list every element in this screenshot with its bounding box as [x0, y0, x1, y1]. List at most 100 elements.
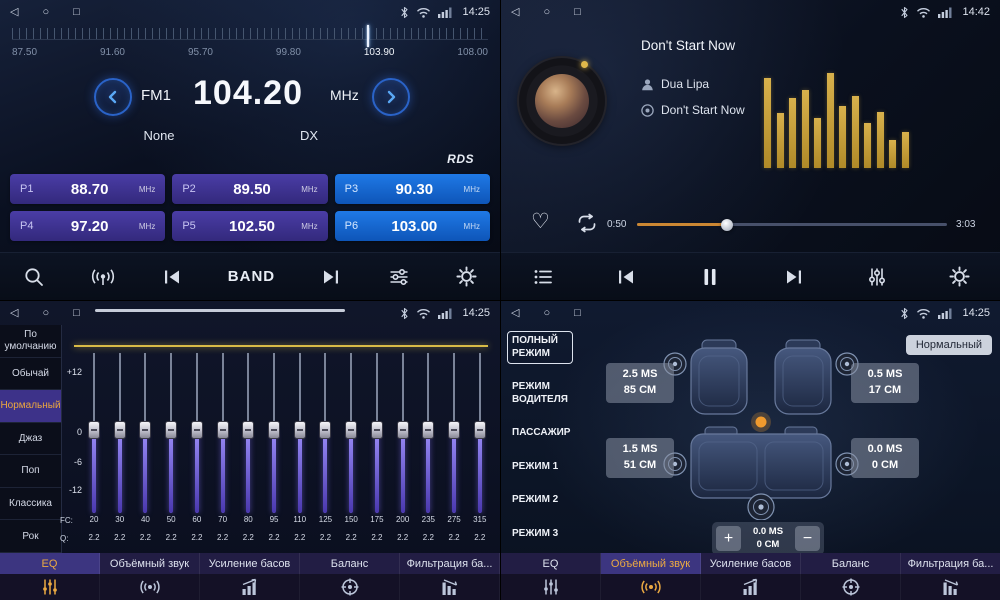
- settings-button[interactable]: [455, 265, 478, 288]
- scroll-indicator[interactable]: [95, 309, 345, 312]
- balance-icon[interactable]: [300, 574, 400, 600]
- eq-band-slider[interactable]: [266, 353, 282, 513]
- surround-mode-item[interactable]: РЕЖИМ ВОДИТЕЛЯ: [507, 377, 573, 410]
- delay-front-right[interactable]: 0.5 MS 17 CM: [851, 363, 919, 403]
- preset-button-p3[interactable]: P390.30MHz: [335, 174, 490, 204]
- home-button[interactable]: ○: [42, 7, 49, 18]
- tab-balance[interactable]: Баланс: [300, 553, 400, 574]
- seek-up-button[interactable]: [372, 78, 410, 116]
- bass-boost-icon[interactable]: [701, 574, 801, 600]
- eq-slider-handle[interactable]: [319, 421, 331, 439]
- repeat-button[interactable]: [575, 212, 599, 239]
- back-button[interactable]: ◁: [511, 7, 519, 18]
- surround-mode-item[interactable]: РЕЖИМ 2: [507, 490, 573, 511]
- eq-slider-handle[interactable]: [474, 421, 486, 439]
- tab-filter[interactable]: Фильтрация ба...: [400, 553, 500, 574]
- eq-band-slider[interactable]: [446, 353, 462, 513]
- eq-slider-handle[interactable]: [139, 421, 151, 439]
- audio-filter-button[interactable]: [387, 265, 411, 289]
- pause-button[interactable]: [697, 264, 723, 290]
- surround-mode-item[interactable]: РЕЖИМ 1: [507, 457, 573, 478]
- preset-button-p6[interactable]: P6103.00MHz: [335, 211, 490, 241]
- next-track-button[interactable]: [782, 265, 806, 289]
- eq-preset-item[interactable]: Нормальный: [0, 390, 61, 423]
- home-button[interactable]: ○: [543, 7, 550, 18]
- surround-mode-item[interactable]: РЕЖИМ 3: [507, 524, 573, 545]
- eq-slider-handle[interactable]: [345, 421, 357, 439]
- album-art[interactable]: [519, 58, 605, 144]
- eq-slider-handle[interactable]: [88, 421, 100, 439]
- eq-slider-handle[interactable]: [371, 421, 383, 439]
- eq-preset-item[interactable]: Рок: [0, 520, 61, 553]
- eq-slider-handle[interactable]: [448, 421, 460, 439]
- eq-band-slider[interactable]: [86, 353, 102, 513]
- eq-slider-handle[interactable]: [294, 421, 306, 439]
- recents-button[interactable]: □: [574, 308, 581, 319]
- eq-preset-item[interactable]: Обычай: [0, 358, 61, 391]
- preset-button-p2[interactable]: P289.50MHz: [172, 174, 327, 204]
- tab-bass-boost[interactable]: Усиление басов: [701, 553, 801, 574]
- eq-preset-item[interactable]: По умолчанию: [0, 325, 61, 358]
- delay-rear-right[interactable]: 0.0 MS 0 CM: [851, 438, 919, 478]
- preset-button-p4[interactable]: P497.20MHz: [10, 211, 165, 241]
- eq-band-slider[interactable]: [472, 353, 488, 513]
- recents-button[interactable]: □: [73, 308, 80, 319]
- eq-preset-item[interactable]: Классика: [0, 488, 61, 521]
- tab-surround-sound[interactable]: Объёмный звук: [601, 553, 701, 574]
- eq-slider-handle[interactable]: [114, 421, 126, 439]
- tab-filter[interactable]: Фильтрация ба...: [901, 553, 1000, 574]
- band-switch-button[interactable]: BAND: [228, 268, 275, 285]
- search-button[interactable]: [22, 265, 46, 289]
- sound-profile-button[interactable]: Нормальный: [906, 335, 992, 355]
- tab-eq-sliders[interactable]: EQ: [0, 553, 100, 574]
- eq-slider-handle[interactable]: [422, 421, 434, 439]
- recents-button[interactable]: □: [574, 7, 581, 18]
- filter-icon[interactable]: [400, 574, 500, 600]
- eq-band-slider[interactable]: [137, 353, 153, 513]
- back-button[interactable]: ◁: [10, 308, 18, 319]
- eq-band-slider[interactable]: [215, 353, 231, 513]
- eq-band-slider[interactable]: [163, 353, 179, 513]
- eq-slider-handle[interactable]: [191, 421, 203, 439]
- previous-track-button[interactable]: [614, 265, 638, 289]
- eq-slider-handle[interactable]: [397, 421, 409, 439]
- eq-band-slider[interactable]: [240, 353, 256, 513]
- recents-button[interactable]: □: [73, 7, 80, 18]
- preset-button-p1[interactable]: P188.70MHz: [10, 174, 165, 204]
- eq-preset-item[interactable]: Джаз: [0, 423, 61, 456]
- eq-band-slider[interactable]: [317, 353, 333, 513]
- eq-band-slider[interactable]: [189, 353, 205, 513]
- home-button[interactable]: ○: [42, 308, 49, 319]
- eq-slider-handle[interactable]: [217, 421, 229, 439]
- tab-eq-sliders[interactable]: EQ: [501, 553, 601, 574]
- eq-slider-handle[interactable]: [268, 421, 280, 439]
- eq-sliders-icon[interactable]: [0, 574, 100, 600]
- frequency-scale[interactable]: 87.5091.6095.7099.80103.90108.00: [12, 28, 488, 68]
- eq-slider-handle[interactable]: [242, 421, 254, 439]
- eq-sliders-icon[interactable]: [501, 574, 601, 600]
- eq-band-slider[interactable]: [292, 353, 308, 513]
- decrease-delay-button[interactable]: −: [795, 526, 820, 551]
- broadcast-button[interactable]: [90, 265, 116, 289]
- eq-preset-item[interactable]: Поп: [0, 455, 61, 488]
- surround-sound-icon[interactable]: [601, 574, 701, 600]
- back-button[interactable]: ◁: [511, 308, 519, 319]
- bass-boost-icon[interactable]: [200, 574, 300, 600]
- playlist-button[interactable]: [531, 265, 555, 289]
- tab-balance[interactable]: Баланс: [801, 553, 901, 574]
- settings-button[interactable]: [948, 265, 971, 288]
- delay-front-left[interactable]: 2.5 MS 85 CM: [606, 363, 674, 403]
- surround-mode-item[interactable]: ПАССАЖИР: [507, 423, 573, 444]
- eq-band-slider[interactable]: [343, 353, 359, 513]
- filter-icon[interactable]: [901, 574, 1000, 600]
- delay-rear-left[interactable]: 1.5 MS 51 CM: [606, 438, 674, 478]
- tab-surround-sound[interactable]: Объёмный звук: [100, 553, 200, 574]
- preset-button-p5[interactable]: P5102.50MHz: [172, 211, 327, 241]
- eq-band-slider[interactable]: [420, 353, 436, 513]
- tab-bass-boost[interactable]: Усиление басов: [200, 553, 300, 574]
- eq-slider-handle[interactable]: [165, 421, 177, 439]
- progress-knob[interactable]: [721, 219, 733, 231]
- previous-station-button[interactable]: [160, 265, 184, 289]
- eq-band-slider[interactable]: [369, 353, 385, 513]
- progress-slider[interactable]: [637, 223, 947, 226]
